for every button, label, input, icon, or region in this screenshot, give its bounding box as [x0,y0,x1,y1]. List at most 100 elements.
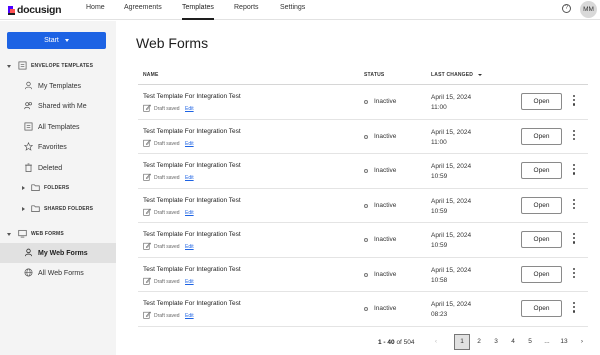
edit-link[interactable]: Edit [185,175,194,181]
table-row[interactable]: Test Template For Integration Test Draft… [138,154,588,189]
web-form-name[interactable]: Test Template For Integration Test [143,197,241,204]
next-page-icon[interactable]: › [574,334,590,350]
open-button[interactable]: Open [521,93,562,110]
edit-link[interactable]: Edit [185,244,194,250]
table-row[interactable]: Test Template For Integration Test Draft… [138,189,588,223]
logo-mark-icon [8,5,15,15]
previous-page-icon[interactable]: ‹ [428,334,444,350]
status-inactive-icon [364,134,368,139]
sidebar-section-envelope-templates[interactable]: ENVELOPE TEMPLATES [0,56,116,76]
more-options-icon[interactable] [572,95,576,108]
sidebar-item-all-web-forms[interactable]: All Web Forms [0,263,116,283]
more-options-icon[interactable] [572,198,576,212]
column-header-label: LAST CHANGED [431,72,474,78]
open-button[interactable]: Open [521,231,562,248]
last-changed: April 15, 2024 11:00 [431,93,471,113]
column-header-status[interactable]: STATUS [364,72,384,78]
web-form-name[interactable]: Test Template For Integration Test [143,128,241,135]
sidebar-item-shared-with-me[interactable]: Shared with Me [0,96,116,116]
caret-down-icon [64,38,69,42]
draft-status-text: Draft saved [154,140,180,147]
sidebar-item-deleted[interactable]: Deleted [0,158,116,178]
help-icon[interactable]: ? [562,4,571,13]
page-number-button[interactable]: 13 [556,334,572,350]
table-row[interactable]: Test Template For Integration Test Draft… [138,120,588,154]
web-form-name[interactable]: Test Template For Integration Test [143,266,241,273]
web-form-name[interactable]: Test Template For Integration Test [143,93,241,100]
more-options-icon[interactable] [572,233,576,246]
last-changed-time: 10:59 [431,242,448,249]
avatar[interactable]: MM [580,1,597,18]
start-button[interactable]: Start [7,32,106,49]
last-changed-time: 10:58 [431,276,448,284]
folder-icon [31,184,40,192]
nav-reports[interactable]: Reports [234,0,259,20]
open-button[interactable]: Open [521,300,562,317]
page-number-button[interactable]: 2 [471,334,487,350]
docusign-logo[interactable]: docusign [8,3,62,17]
last-changed-time: 11:00 [431,138,447,146]
edit-link[interactable]: Edit [185,210,194,216]
sidebar-item-label: All Templates [38,123,80,131]
shared-users-icon [24,102,32,110]
table-row[interactable]: Test Template For Integration Test Draft… [138,223,588,258]
nav-agreements[interactable]: Agreements [124,0,162,20]
draft-edit-icon [143,208,151,216]
last-changed: April 15, 2024 10:59 [431,231,471,251]
page-number-button[interactable]: 4 [505,334,521,350]
open-button[interactable]: Open [521,265,562,283]
web-form-name[interactable]: Test Template For Integration Test [143,300,241,307]
last-changed-date: April 15, 2024 [431,128,472,136]
sidebar-item-label: SHARED FOLDERS [44,206,94,212]
more-options-icon[interactable] [572,164,576,177]
table-row[interactable]: Test Template For Integration Test Draft… [138,85,588,120]
template-icon [24,122,33,131]
status-text: Inactive [374,201,397,209]
pagination-range: 1 - 40 of 504 [378,339,415,346]
sidebar-item-favorites[interactable]: Favorites [0,137,116,157]
page-number-button[interactable]: 3 [488,334,504,350]
draft-status-text: Draft saved [154,209,180,216]
status-inactive-icon [364,272,368,277]
open-button[interactable]: Open [521,196,562,214]
sidebar-item-folders[interactable]: FOLDERS [0,178,116,198]
edit-link[interactable]: Edit [185,106,194,112]
page-number-button[interactable]: 1 [454,334,470,350]
draft-status-text: Draft saved [154,244,180,250]
sidebar-item-all-templates[interactable]: All Templates [0,117,116,137]
last-changed: April 15, 2024 10:58 [431,266,471,286]
envelope-template-icon [18,61,27,70]
edit-link[interactable]: Edit [185,279,194,285]
web-form-name[interactable]: Test Template For Integration Test [143,231,241,238]
column-header-last-changed[interactable]: LAST CHANGED [431,72,482,78]
sidebar-item-my-templates[interactable]: My Templates [0,76,116,96]
column-header-name[interactable]: NAME [143,72,159,78]
page-number-button[interactable]: 5 [522,334,538,350]
table-row[interactable]: Test Template For Integration Test Draft… [138,292,588,327]
last-changed-time: 10:59 [431,207,448,215]
open-button[interactable]: Open [521,127,562,145]
star-icon [24,142,33,151]
table-row[interactable]: Test Template For Integration Test Draft… [138,258,588,292]
sidebar-section-web-forms[interactable]: WEB FORMS [0,224,116,244]
more-options-icon[interactable] [572,302,576,315]
nav-home[interactable]: Home [86,0,105,20]
sidebar-item-shared-folders[interactable]: SHARED FOLDERS [0,199,116,219]
more-options-icon[interactable] [572,267,576,281]
edit-link[interactable]: Edit [185,141,194,147]
chevron-down-icon [7,233,11,236]
sidebar: Start ENVELOPE TEMPLATES My Templates Sh… [0,21,116,355]
more-options-icon[interactable] [572,129,576,143]
web-form-icon [18,229,27,238]
open-button[interactable]: Open [521,162,562,179]
status-inactive-icon [364,169,368,173]
status-text: Inactive [374,132,397,140]
trash-icon [25,163,32,172]
edit-link[interactable]: Edit [185,313,194,319]
main-content: Web Forms NAME STATUS LAST CHANGED Test … [116,21,600,355]
nav-settings[interactable]: Settings [280,0,305,20]
last-changed-date: April 15, 2024 [431,197,472,205]
sidebar-item-my-web-forms[interactable]: My Web Forms [0,243,116,263]
web-form-name[interactable]: Test Template For Integration Test [143,162,241,169]
nav-templates[interactable]: Templates [182,0,214,20]
